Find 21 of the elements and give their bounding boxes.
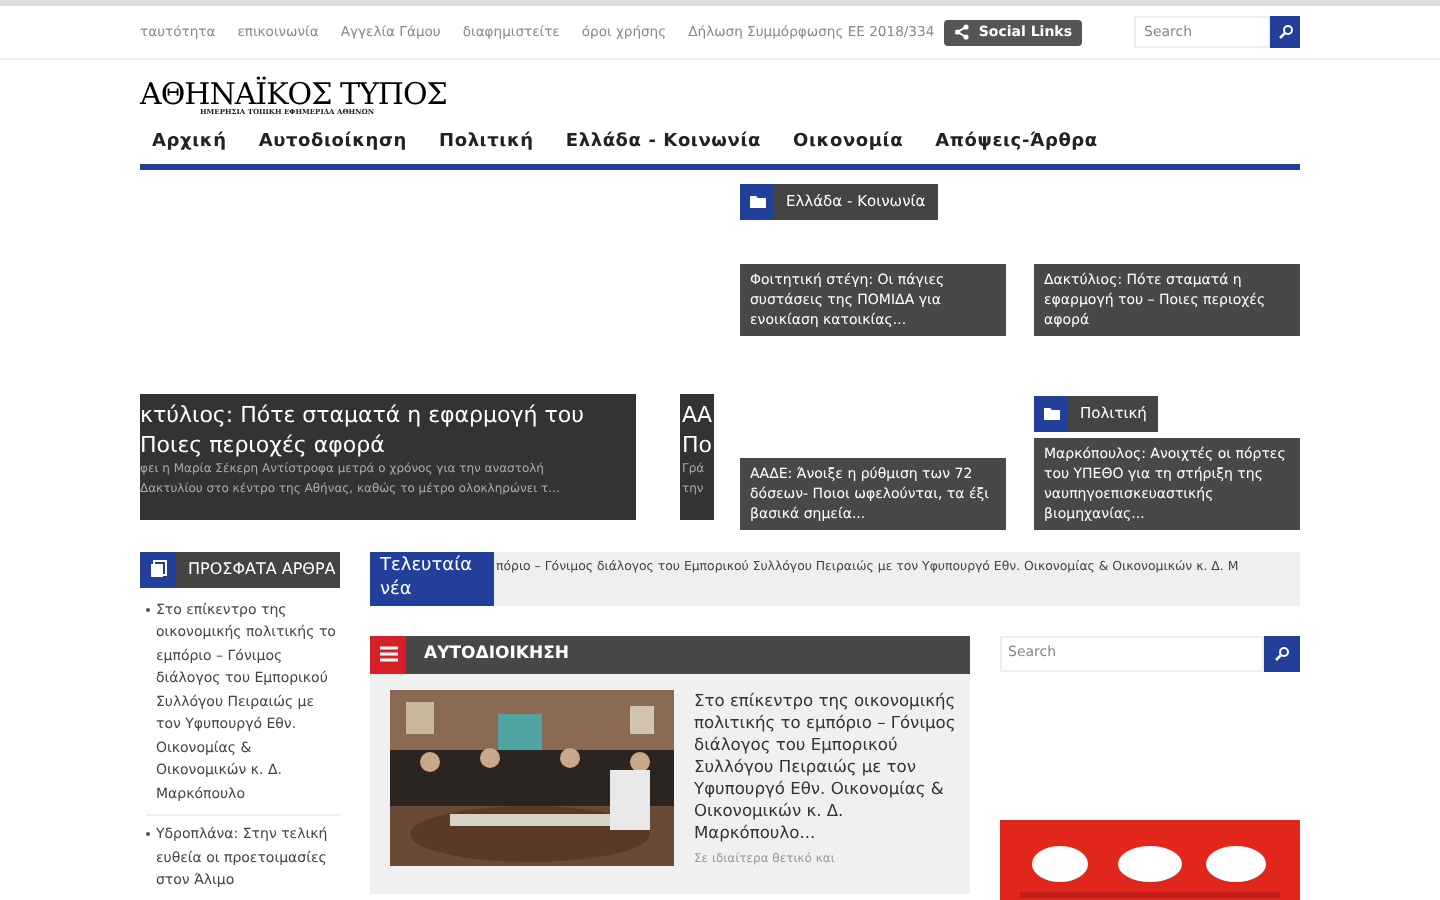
share-icon — [954, 24, 971, 40]
article-title[interactable]: Στο επίκεντρο της οικονομικής πολιτικής το εμπόριο – Γόνιμος διάλογος του Εμπορικού Συλλόγου Πειραιώς με τον Υφυπουργό Εθν. Οικονομίας & Οικονομικών κ. Δ. Μαρκόπουλο... — [694, 689, 958, 843]
documents-icon — [149, 560, 167, 578]
ticker-label: Τελευταία νέα — [370, 551, 494, 605]
search-button[interactable] — [1270, 16, 1300, 48]
folder-icon — [1043, 407, 1059, 419]
nav-link[interactable]: Πολιτική — [427, 129, 546, 157]
search-icon — [1274, 645, 1290, 661]
nav-link[interactable]: Αρχική — [140, 129, 239, 157]
folder-icon — [749, 195, 765, 207]
nav-link[interactable]: Ελλάδα - Κοινωνία — [553, 129, 774, 157]
slide-title[interactable]: ΑΑ Πο — [682, 399, 713, 459]
section-title: ΠΡΟΣΦΑΤΑ ΑΡΘΡΑ — [186, 557, 336, 581]
nav-link[interactable]: Οικονομία — [781, 129, 916, 157]
nav-link[interactable]: Απόψεις-Άρθρα — [923, 129, 1110, 157]
search-button[interactable] — [1264, 635, 1300, 671]
section-title: ΑΥΤΟΔΙΟΙΚΗΣΗ — [422, 641, 570, 667]
search-icon — [1277, 24, 1293, 40]
menu-icon — [379, 646, 397, 662]
slide-title[interactable]: κτύλιος: Πότε σταματά η εφαρμογή του Ποιες περιοχές αφορά — [140, 399, 636, 459]
nav-link[interactable]: Αυτοδιοίκηση — [246, 129, 419, 157]
